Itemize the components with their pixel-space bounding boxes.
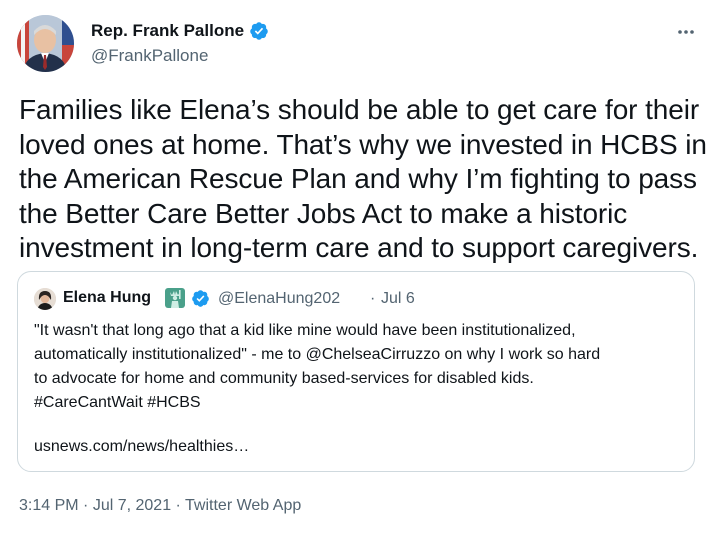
- quote-text-line: #CareCantWait #HCBS: [34, 394, 201, 411]
- quote-text-line: "It wasn't that long ago that a kid like…: [34, 322, 576, 339]
- more-dots-icon: [678, 30, 694, 34]
- quote-date[interactable]: Jul 6: [381, 290, 415, 308]
- quote-link[interactable]: usnews.com/news/healthies…: [34, 438, 249, 456]
- quote-avatar-portrait: [34, 288, 56, 310]
- quote-author-handle[interactable]: @ElenaHung202: [218, 290, 340, 308]
- quote-author-name[interactable]: Elena Hung: [63, 289, 151, 307]
- quote-verified-badge-icon: [192, 290, 209, 307]
- quote-text: "It wasn't that long ago that a kid like…: [34, 319, 684, 415]
- statue-of-liberty-icon: [165, 288, 185, 308]
- verified-badge-icon: [250, 22, 268, 40]
- tweet-meta: 3:14 PM · Jul 7, 2021 · Twitter Web App: [19, 497, 301, 515]
- author-avatar[interactable]: [17, 15, 74, 72]
- tweet-card: Rep. Frank Pallone @FrankPallone Familie…: [0, 0, 721, 534]
- tweet-time[interactable]: 3:14 PM: [19, 497, 79, 514]
- quote-separator: ·: [370, 290, 376, 307]
- author-name[interactable]: Rep. Frank Pallone: [91, 21, 244, 41]
- tweet-text: Families like Elena’s should be able to …: [19, 94, 707, 263]
- avatar-portrait: [17, 15, 74, 72]
- author-handle[interactable]: @FrankPallone: [91, 46, 208, 66]
- quote-text-line: automatically institutionalized" - me to…: [34, 346, 601, 363]
- meta-separator: ·: [171, 497, 186, 514]
- more-options-button[interactable]: [670, 16, 702, 48]
- quote-text-line: to advocate for home and community based…: [34, 370, 534, 387]
- tweet-date[interactable]: Jul 7, 2021: [93, 497, 171, 514]
- quoted-tweet[interactable]: Elena Hung @ElenaHung202 · Jul 6 "It was…: [17, 271, 695, 472]
- quote-author-avatar[interactable]: [34, 288, 56, 310]
- tweet-source[interactable]: Twitter Web App: [185, 497, 301, 514]
- meta-separator: ·: [78, 497, 93, 514]
